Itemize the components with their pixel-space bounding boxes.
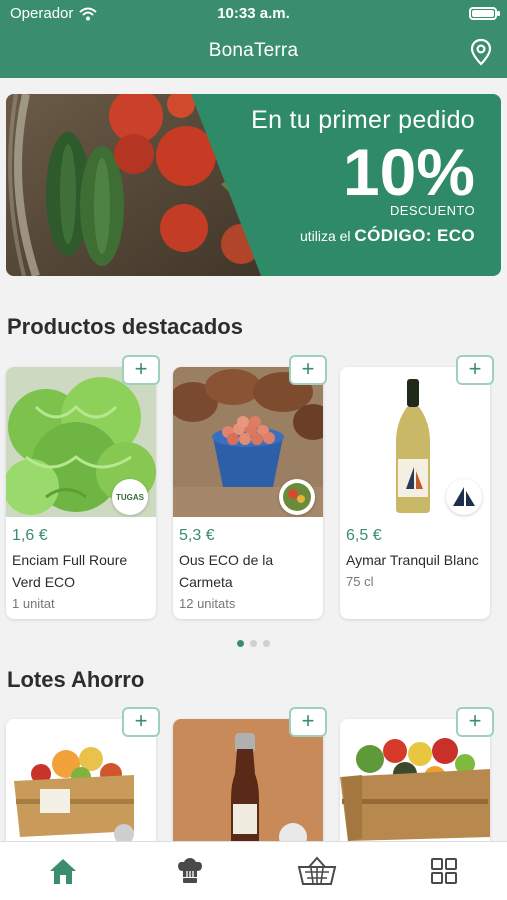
product-unit: 1 unitat [12,596,55,611]
promo-banner[interactable]: En tu primer pedido 10% DESCUENTO utiliz… [6,94,501,276]
product-name: Aymar Tranquil Blanc [346,552,479,568]
chef-hat-icon[interactable] [176,857,204,885]
featured-title: Productos destacados [7,314,243,339]
product-unit: 75 cl [346,574,374,589]
pagination-dot[interactable] [263,640,270,647]
vegetable-crate-photo [340,719,490,841]
product-card[interactable]: + 5,3 € Ous ECO de la Carmeta 12 unitats [173,355,327,619]
beer-bottle-photo [173,719,323,841]
promo-percent: 10% [342,135,475,209]
battery-icon [469,7,500,20]
tab-producers[interactable] [127,842,254,900]
grid-icon[interactable] [430,857,458,885]
tab-home[interactable] [0,842,127,900]
pagination-dot[interactable] [250,640,257,647]
producer-badge [446,479,482,515]
lot-card[interactable]: + [173,707,327,859]
producer-badge [279,479,315,515]
promo-code-line: utiliza el CÓDIGO: ECO [251,226,475,246]
promo-use-label: utiliza el [299,228,351,244]
product-card[interactable]: + 6,5 € Aymar Tranquil Blanc 75 cl [340,355,494,619]
add-to-cart-button[interactable]: + [122,707,160,737]
add-to-cart-button[interactable]: + [289,355,327,385]
add-to-cart-button[interactable]: + [122,355,160,385]
app-title: BonaTerra [208,40,299,61]
promo-text: En tu primer pedido 10% DESCUENTO utiliz… [251,106,475,246]
add-to-cart-button[interactable]: + [289,707,327,737]
status-bar: Operador 10:33 a.m. [0,0,507,28]
product-name: Enciam Full Roure Verd ECO [12,552,128,590]
app-header: Operador 10:33 a.m. BonaTerra [0,0,507,78]
product-price: 1,6 € [12,527,48,544]
basket-icon[interactable] [297,856,337,886]
producer-logo-icon [283,483,311,511]
home-icon[interactable] [48,857,78,885]
producer-badge-text: TUGAS [116,492,144,502]
status-time: 10:33 a.m. [217,5,290,22]
tab-basket[interactable] [254,842,381,900]
sail-logo-icon [453,487,475,506]
lot-card[interactable]: + [340,707,494,859]
lot-card[interactable]: + [6,707,160,859]
carousel-pagination[interactable] [0,640,507,647]
product-price: 5,3 € [179,527,215,544]
promo-line1: En tu primer pedido [251,106,475,134]
location-pin-icon[interactable] [469,38,493,66]
promo-code: CÓDIGO: ECO [354,226,475,245]
product-unit: 12 unitats [179,596,236,611]
vegetables-basket-photo [6,94,276,276]
product-card[interactable]: TUGAS + 1,6 € Enciam Full Roure Verd ECO… [6,355,160,619]
product-price: 6,5 € [346,527,382,544]
producer-badge: TUGAS [112,479,148,515]
tab-categories[interactable] [380,842,507,900]
lots-title: Lotes Ahorro [7,667,145,692]
bottom-tab-bar [0,841,507,900]
product-name: Ous ECO de la Carmeta [179,552,274,590]
pagination-dot[interactable] [237,640,244,647]
add-to-cart-button[interactable]: + [456,707,494,737]
fruit-crate-photo [6,719,156,841]
add-to-cart-button[interactable]: + [456,355,494,385]
